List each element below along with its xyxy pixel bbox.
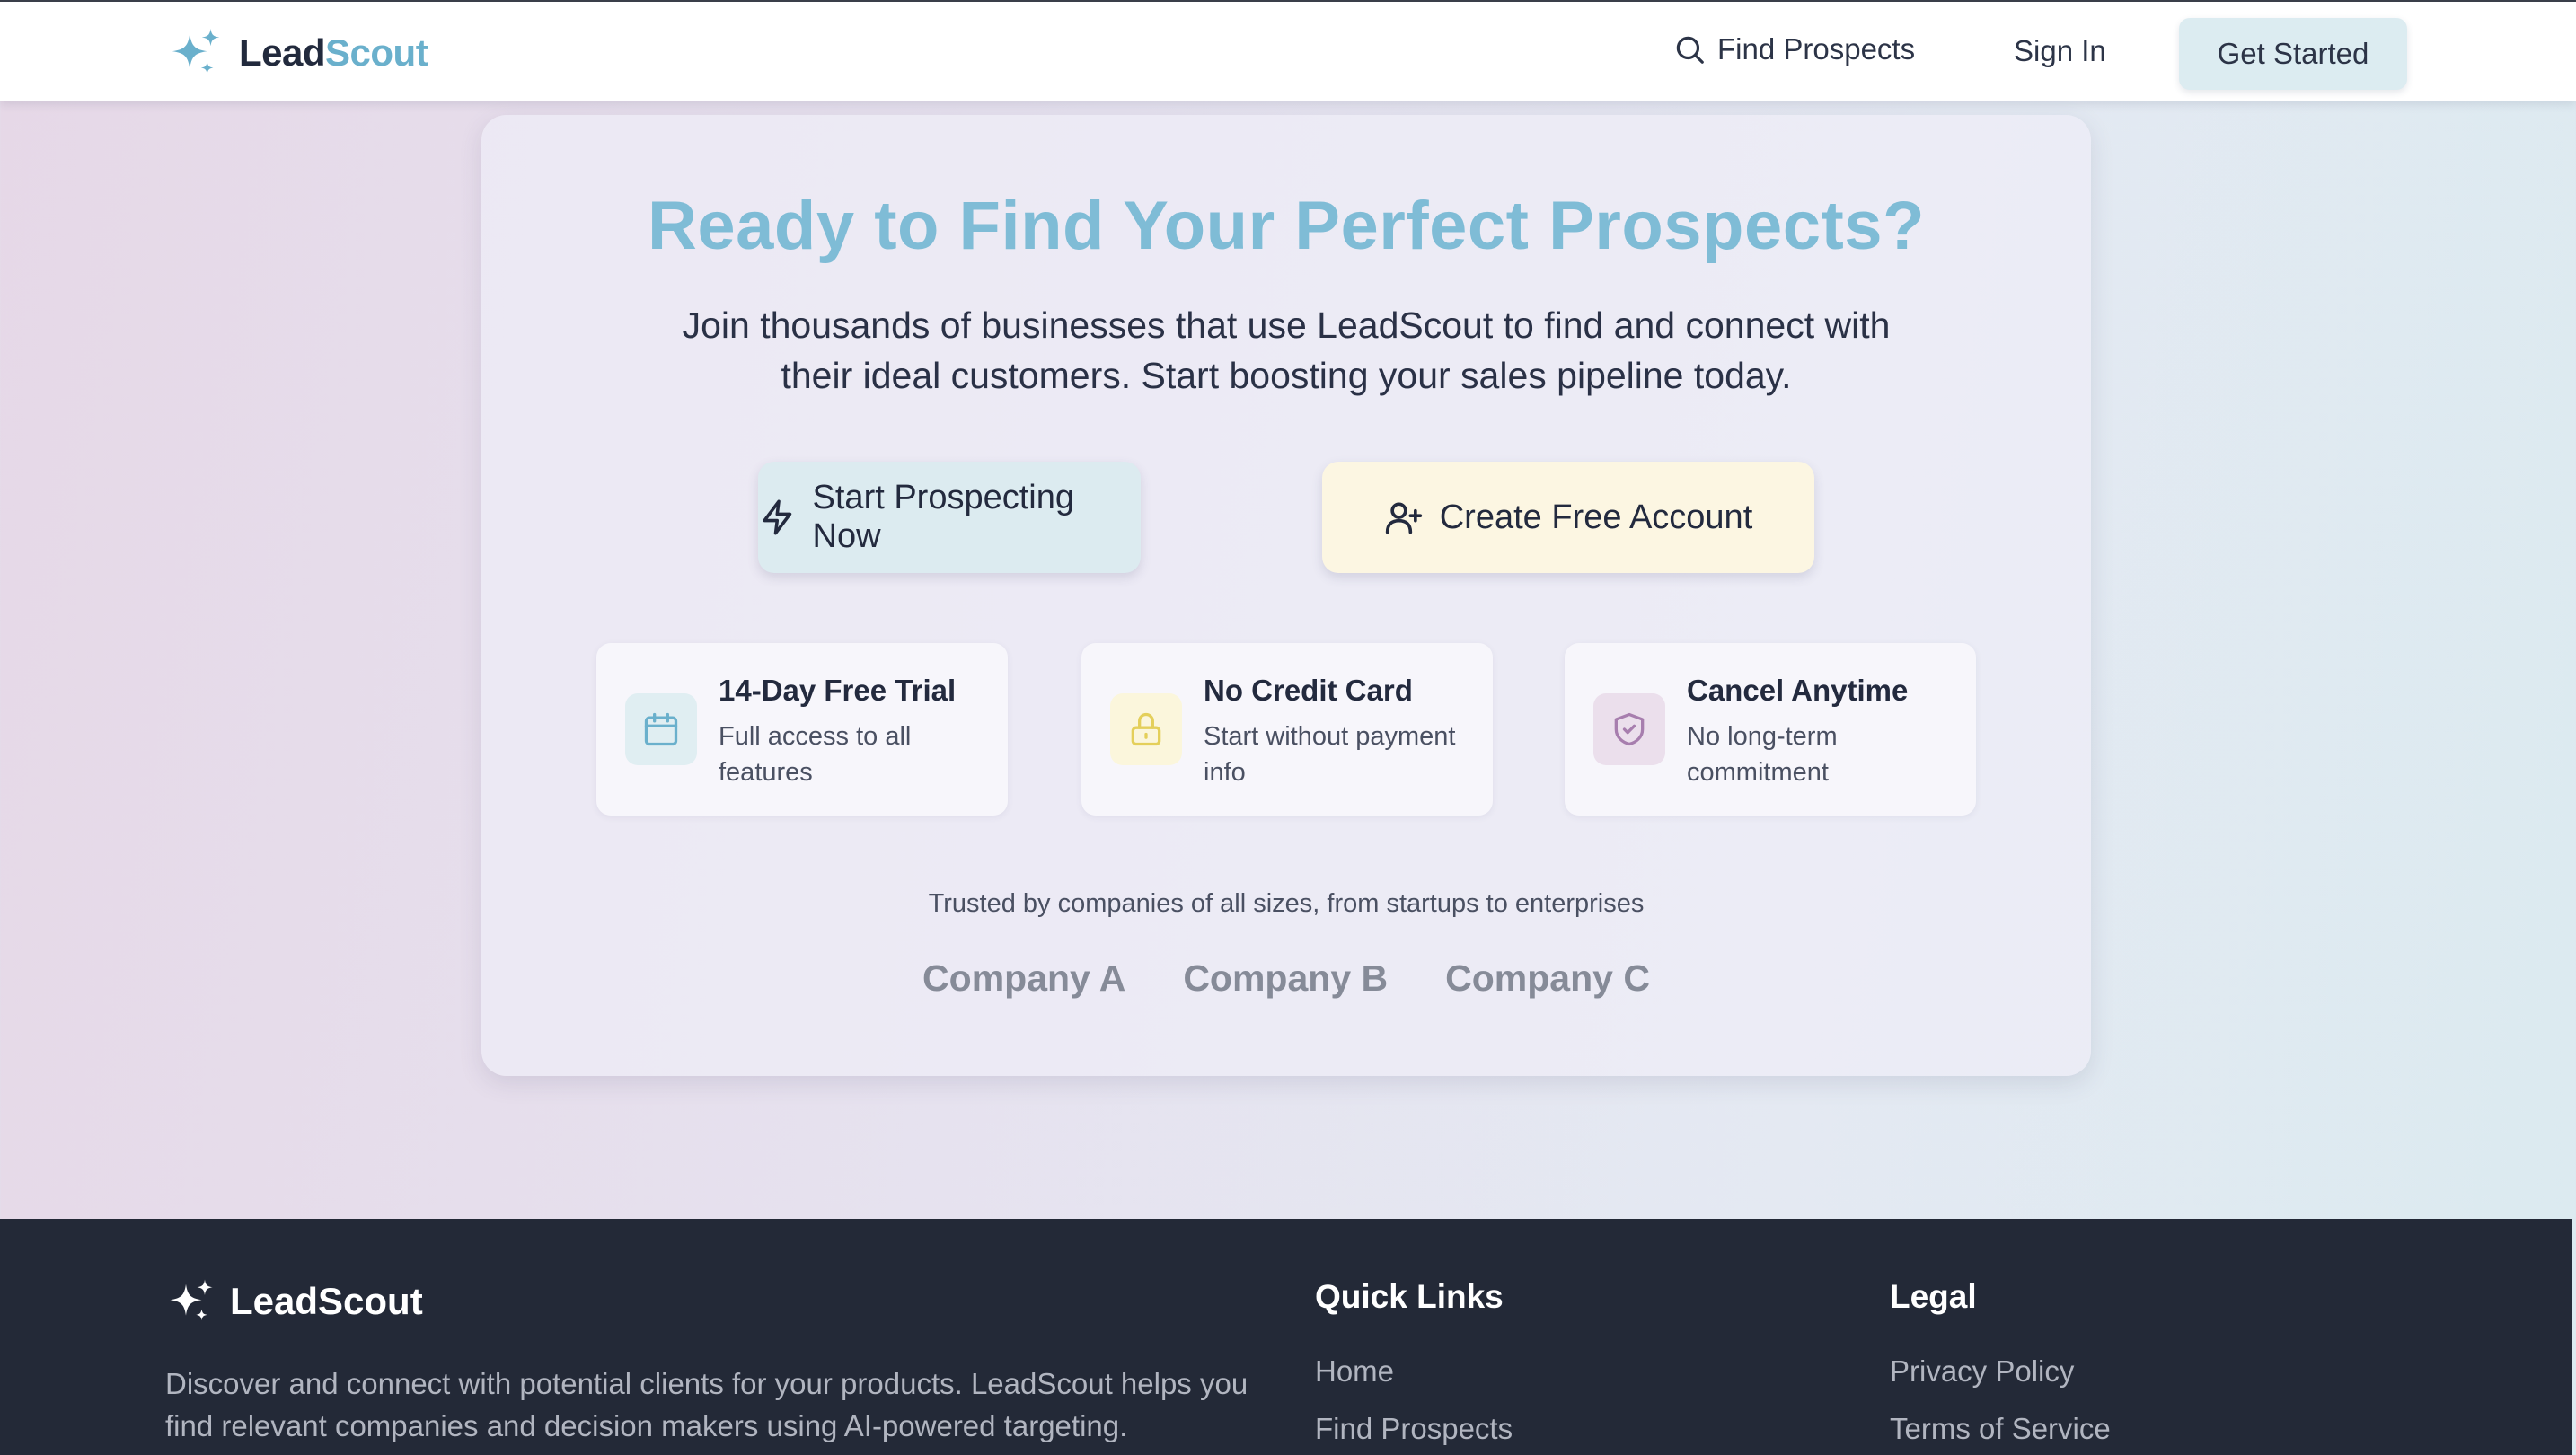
- lightning-icon: [763, 499, 792, 535]
- get-started-button[interactable]: Get Started: [2179, 18, 2407, 90]
- trusted-text: Trusted by companies of all sizes, from …: [928, 889, 1645, 918]
- feature-no-credit-card: No Credit Card Start without payment inf…: [1081, 643, 1493, 816]
- company-logo-b: Company B: [1183, 957, 1389, 999]
- logo[interactable]: LeadScout: [169, 25, 428, 81]
- create-account-button[interactable]: Create Free Account: [1322, 462, 1814, 573]
- footer-link-find-prospects[interactable]: Find Prospects: [1315, 1400, 1513, 1455]
- footer-description: Discover and connect with potential clie…: [165, 1367, 1248, 1442]
- footer-legal: Legal Privacy Policy Terms of Service: [1890, 1278, 2111, 1455]
- search-icon: [1676, 36, 1704, 64]
- legal-title: Legal: [1890, 1278, 1977, 1315]
- company-logo-c: Company C: [1445, 957, 1650, 999]
- footer-link-terms[interactable]: Terms of Service: [1890, 1400, 2111, 1455]
- start-prospecting-button[interactable]: Start Prospecting Now: [758, 462, 1141, 573]
- start-prospecting-label: Start Prospecting Now: [812, 479, 1075, 555]
- feature-free-trial: 14-Day Free Trial Full access to all fea…: [596, 643, 1008, 816]
- site-header: LeadScout Find Prospects Sign In Get Sta…: [0, 0, 2576, 101]
- company-logo-a: Company A: [922, 957, 1126, 999]
- feature-description: No long-term commitment: [1687, 722, 1838, 787]
- logo-text-lead: Lead: [239, 31, 326, 74]
- create-account-label: Create Free Account: [1439, 498, 1753, 536]
- feature-title: No Credit Card: [1204, 674, 1413, 707]
- feature-description: Full access to all features: [719, 722, 912, 787]
- logo-text-scout: Scout: [325, 31, 428, 74]
- user-plus-icon: [1385, 502, 1422, 534]
- calendar-icon: [644, 712, 678, 746]
- feature-icon-box: [1593, 693, 1665, 765]
- feature-description: Start without payment info: [1204, 722, 1456, 787]
- feature-icon-box: [625, 693, 697, 765]
- footer-link-privacy[interactable]: Privacy Policy: [1890, 1343, 2111, 1400]
- footer-quick-links: Quick Links Home Find Prospects: [1315, 1278, 1513, 1455]
- nav-find-prospects-label: Find Prospects: [1717, 32, 1916, 66]
- quick-links-title: Quick Links: [1315, 1278, 1504, 1315]
- nav-find-prospects[interactable]: Find Prospects: [1672, 32, 1915, 66]
- cta-title: Ready to Find Your Perfect Prospects?: [647, 188, 1925, 264]
- footer-logo[interactable]: LeadScout: [167, 1276, 423, 1327]
- sparkles-icon: [172, 28, 220, 75]
- company-logos: Company A Company B Company C: [481, 957, 2091, 1000]
- feature-title: Cancel Anytime: [1687, 674, 1909, 707]
- shield-check-icon: [1614, 712, 1645, 746]
- logo-text: LeadScout: [239, 31, 428, 75]
- footer-brand: LeadScout: [230, 1280, 423, 1322]
- footer-link-home[interactable]: Home: [1315, 1343, 1513, 1400]
- site-footer: LeadScout Discover and connect with pote…: [0, 1219, 2572, 1455]
- cta-subtitle: Join thousands of businesses that use Le…: [682, 304, 1891, 396]
- feature-title: 14-Day Free Trial: [719, 674, 957, 707]
- nav-sign-in[interactable]: Sign In: [2014, 34, 2106, 68]
- feature-icon-box: [1110, 693, 1182, 765]
- feature-cancel-anytime: Cancel Anytime No long-term commitment: [1565, 643, 1976, 816]
- lock-icon: [1131, 712, 1161, 746]
- sparkles-icon: [170, 1279, 213, 1320]
- cta-card: Ready to Find Your Perfect Prospects? Jo…: [481, 115, 2091, 1076]
